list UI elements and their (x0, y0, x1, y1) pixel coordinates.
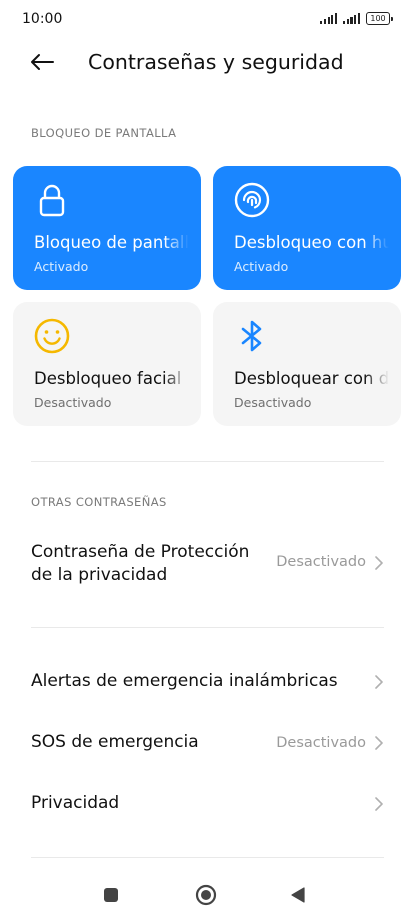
header: Contraseñas y seguridad (0, 40, 414, 88)
chevron-right-icon (375, 797, 383, 811)
home-circle-icon (195, 884, 217, 906)
row-wireless-emergency-alerts[interactable]: Alertas de emergencia inalámbricas (0, 662, 414, 702)
back-nav-button[interactable] (289, 886, 307, 904)
divider (31, 461, 384, 462)
tile-screen-lock[interactable]: Bloqueo de pantalla Activado (13, 166, 201, 290)
navigation-bar (0, 868, 414, 920)
signal-icon (320, 13, 338, 24)
row-privacy[interactable]: Privacidad (0, 784, 414, 824)
tile-title: Desbloqueo facial (34, 369, 182, 388)
row-privacy-protection-password[interactable]: Contraseña de Protección de la privacida… (0, 535, 414, 595)
row-title: Alertas de emergencia inalámbricas (31, 671, 338, 691)
chevron-right-icon (375, 556, 383, 570)
row-value: Desactivado (276, 735, 366, 751)
tile-title: Desbloqueo con huella dactilar (234, 233, 389, 252)
status-icons: 100 (320, 12, 393, 25)
square-icon (104, 888, 118, 902)
row-value: Desactivado (276, 554, 366, 570)
tile-fingerprint-unlock[interactable]: Desbloqueo con huella dactilar Activado (213, 166, 401, 290)
arrow-left-icon (31, 54, 54, 70)
recent-apps-button[interactable] (103, 887, 119, 903)
tile-status: Activado (234, 259, 289, 274)
triangle-back-icon (291, 887, 305, 903)
tile-title: Bloqueo de pantalla (34, 233, 189, 252)
lock-icon (39, 184, 65, 217)
tile-face-unlock[interactable]: Desbloqueo facial Desactivado (13, 302, 201, 426)
section-label-screen-lock: BLOQUEO DE PANTALLA (31, 126, 177, 140)
back-button[interactable] (28, 50, 56, 74)
row-title-line-1: Contraseña de Protección (31, 542, 250, 562)
fingerprint-icon (234, 182, 270, 218)
status-bar: 10:00 100 (0, 0, 414, 38)
status-time: 10:00 (22, 11, 63, 27)
tile-title: Desbloquear con dispositivo Bluetooth (234, 369, 389, 388)
page-title: Contraseñas y seguridad (88, 50, 344, 74)
tile-status: Desactivado (234, 395, 312, 410)
section-label-other-passwords: OTRAS CONTRASEÑAS (31, 495, 167, 509)
battery-icon: 100 (366, 12, 393, 25)
row-title: SOS de emergencia (31, 732, 199, 752)
chevron-right-icon (375, 736, 383, 750)
chevron-right-icon (375, 675, 383, 689)
home-button[interactable] (195, 884, 217, 906)
signal-icon (343, 13, 360, 24)
tile-status: Desactivado (34, 395, 112, 410)
row-title: Privacidad (31, 793, 120, 813)
bluetooth-icon (241, 320, 262, 352)
row-title: Contraseña de Protección de la privacida… (31, 541, 249, 587)
tile-bluetooth-unlock[interactable]: Desbloquear con dispositivo Bluetooth De… (213, 302, 401, 426)
row-title-line-2: de la privacidad (31, 565, 168, 585)
row-emergency-sos[interactable]: SOS de emergencia Desactivado (0, 723, 414, 763)
divider (31, 857, 384, 858)
divider (31, 627, 384, 628)
tile-status: Activado (34, 259, 89, 274)
smiley-face-icon (34, 318, 70, 354)
